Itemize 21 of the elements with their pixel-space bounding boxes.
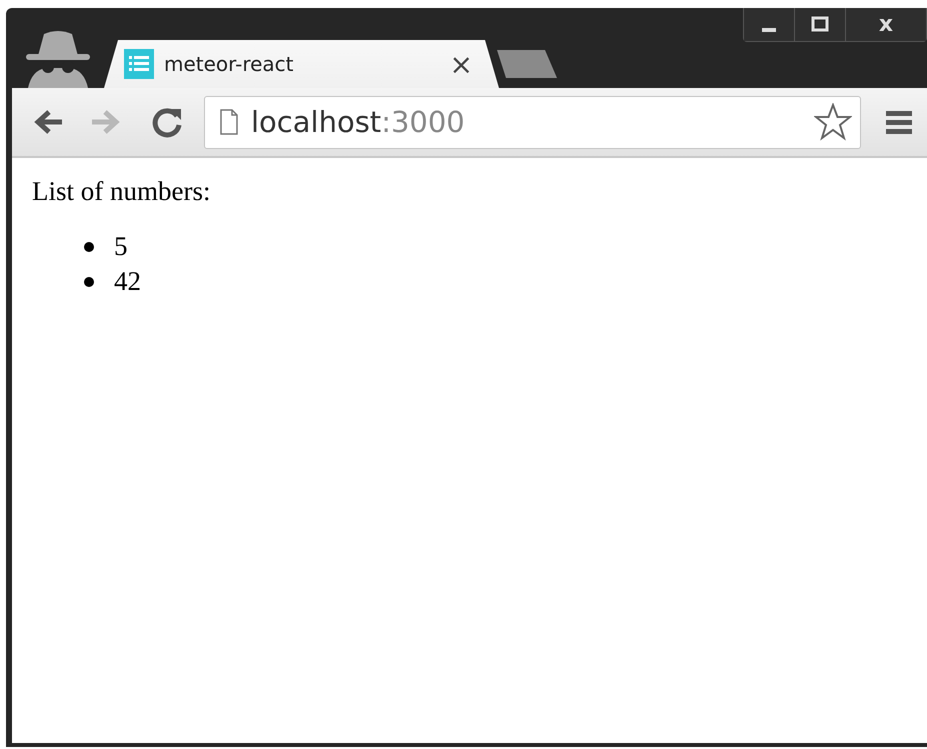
star-icon[interactable] <box>814 103 852 141</box>
new-tab-button[interactable] <box>497 50 557 78</box>
minimize-button[interactable] <box>744 8 794 41</box>
menu-icon[interactable] <box>885 108 913 136</box>
page-heading: List of numbers: <box>32 176 210 207</box>
list-item: 5 <box>114 231 128 262</box>
url-port: :3000 <box>381 105 465 139</box>
list-icon <box>124 49 154 79</box>
close-tab-button[interactable]: × <box>450 48 473 80</box>
browser-tab[interactable]: meteor-react × <box>104 40 499 88</box>
list-item: 42 <box>114 266 141 297</box>
address-bar[interactable]: localhost:3000 <box>204 96 861 148</box>
url-host: localhost <box>251 105 382 139</box>
tab-title: meteor-react <box>164 52 295 76</box>
bullet-icon <box>84 276 94 286</box>
bullet-icon <box>84 242 94 252</box>
page-icon <box>219 109 239 135</box>
maximize-icon <box>811 16 829 34</box>
minimize-icon <box>762 28 776 32</box>
close-window-button[interactable]: x <box>845 8 926 41</box>
maximize-button[interactable] <box>794 8 845 41</box>
